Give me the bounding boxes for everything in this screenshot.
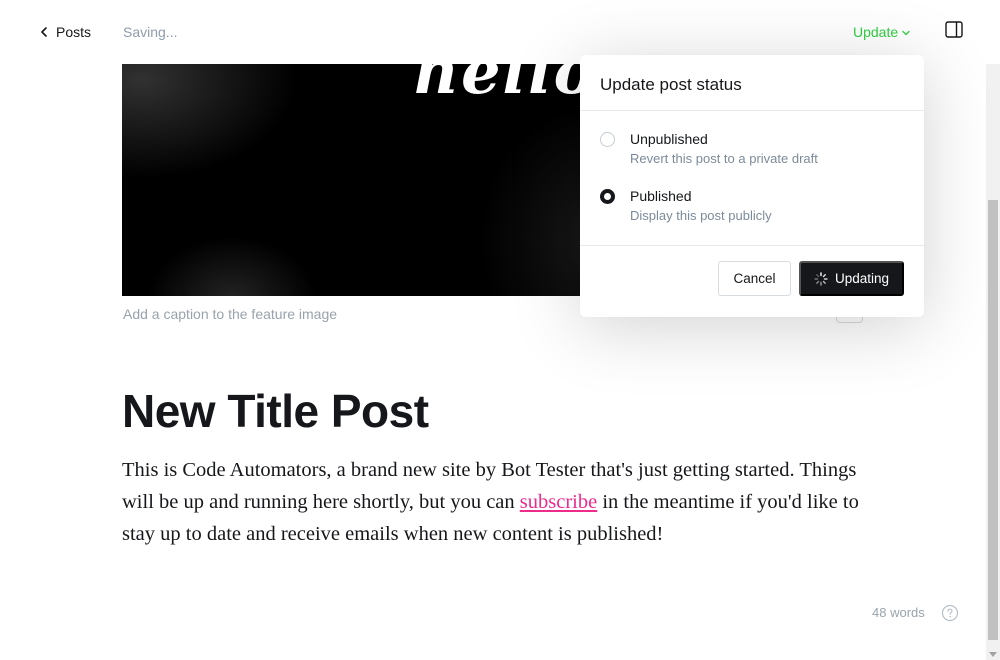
word-count: 48 words: [872, 605, 925, 620]
radio-published[interactable]: [600, 189, 615, 204]
back-label: Posts: [56, 24, 92, 40]
radio-unpublished[interactable]: [600, 132, 615, 147]
option-description: Display this post publicly: [630, 208, 772, 223]
spinner-icon: [814, 271, 828, 286]
option-label: Published: [630, 188, 692, 204]
feature-image-caption-input[interactable]: Add a caption to the feature image: [123, 306, 337, 322]
page-scrollbar[interactable]: [986, 64, 1000, 660]
divider: [580, 110, 924, 111]
cancel-button[interactable]: Cancel: [718, 261, 791, 296]
sidebar-toggle-icon[interactable]: [945, 21, 963, 38]
post-title[interactable]: New Title Post: [122, 384, 429, 438]
feature-image[interactable]: hello: [122, 40, 602, 296]
update-status-popup: Update post status Unpublished Revert th…: [580, 55, 924, 317]
divider: [580, 245, 924, 246]
post-body[interactable]: This is Code Automators, a brand new sit…: [122, 454, 862, 550]
chevron-down-icon: [902, 30, 910, 36]
scroll-down-arrow-icon[interactable]: [989, 652, 997, 657]
back-to-posts-link[interactable]: Posts: [38, 22, 91, 42]
popup-title: Update post status: [600, 75, 742, 94]
option-description: Revert this post to a private draft: [630, 151, 818, 166]
update-label: Update: [853, 24, 899, 40]
option-published[interactable]: Published Display this post publicly: [600, 187, 900, 227]
option-label: Unpublished: [630, 131, 708, 147]
chevron-left-icon: [41, 27, 47, 37]
option-unpublished[interactable]: Unpublished Revert this post to a privat…: [600, 130, 900, 170]
save-status-text: Saving...: [123, 24, 178, 40]
updating-label: Updating: [834, 271, 890, 286]
scrollbar-thumb[interactable]: [988, 200, 998, 640]
subscribe-link[interactable]: subscribe: [520, 491, 597, 513]
update-dropdown-button[interactable]: Update: [853, 24, 911, 40]
question-circle-icon[interactable]: [941, 604, 959, 622]
updating-button[interactable]: Updating: [799, 261, 904, 296]
